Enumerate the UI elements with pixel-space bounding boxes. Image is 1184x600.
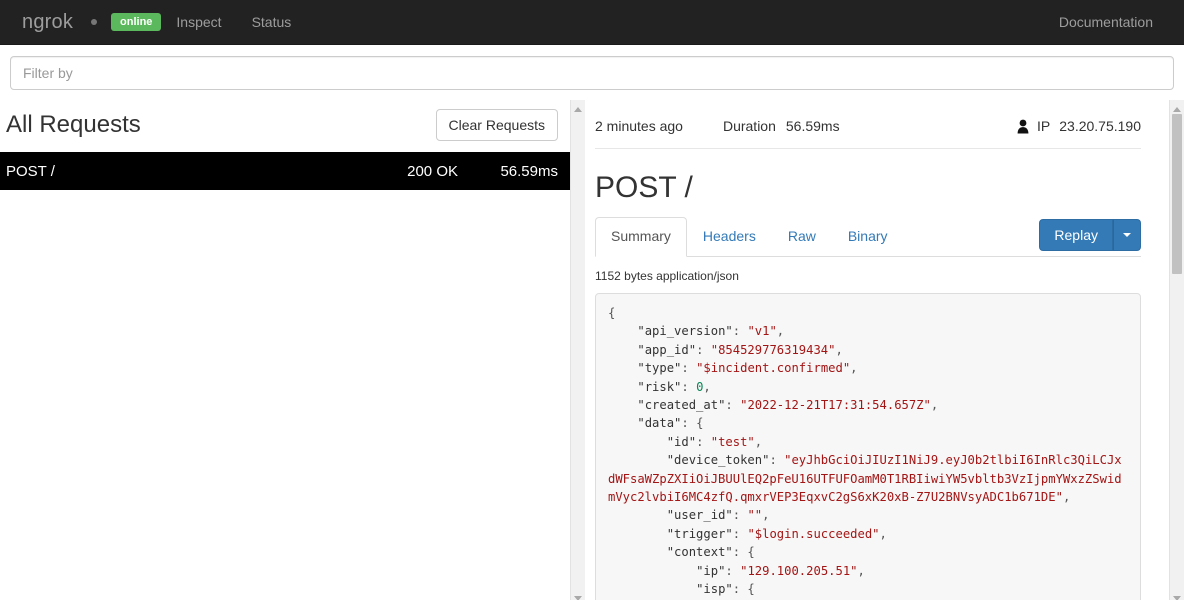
nav-link-documentation[interactable]: Documentation (1044, 14, 1168, 30)
request-timestamp: 2 minutes ago (595, 118, 683, 134)
detail-tabs: Summary Headers Raw Binary Replay (595, 217, 1141, 257)
requests-list-scrollbar[interactable] (570, 100, 585, 600)
clear-requests-button[interactable]: Clear Requests (435, 109, 558, 141)
nav-link-inspect[interactable]: Inspect (161, 14, 236, 30)
status-badge: online (111, 13, 162, 31)
nav-link-status[interactable]: Status (237, 14, 307, 30)
response-body-box: { "api_version": "v1", "app_id": "854529… (595, 293, 1141, 600)
tab-raw[interactable]: Raw (772, 217, 832, 257)
filter-input[interactable] (10, 56, 1174, 90)
scroll-down-arrow-icon[interactable] (571, 591, 585, 600)
duration-value: 56.59ms (785, 118, 840, 134)
ngrok-brand-logo[interactable]: ngrok (16, 11, 87, 34)
requests-list-pane: All Requests Clear Requests POST / 200 O… (0, 100, 570, 600)
detail-pane-scrollbar[interactable] (1169, 100, 1184, 600)
ip-label: IP (1037, 118, 1051, 134)
tab-binary[interactable]: Binary (832, 217, 904, 257)
page-title: All Requests (6, 110, 141, 138)
json-body: { "api_version": "v1", "app_id": "854529… (608, 306, 1122, 597)
replay-button-group: Replay (1039, 219, 1141, 251)
person-icon (1016, 119, 1030, 134)
request-status: 200 OK (407, 162, 458, 180)
scroll-up-arrow-icon[interactable] (571, 102, 585, 116)
request-detail-pane: 2 minutes ago Duration 56.59ms IP 23.20.… (585, 100, 1169, 600)
chevron-down-icon (1123, 233, 1131, 237)
request-title: POST / (595, 171, 693, 204)
replay-dropdown-toggle[interactable] (1113, 219, 1141, 251)
table-row[interactable]: POST / 200 OK 56.59ms (0, 152, 570, 190)
request-method-path: POST / (6, 162, 55, 180)
requests-list-header: All Requests Clear Requests (0, 100, 570, 152)
replay-button[interactable]: Replay (1039, 219, 1113, 251)
main-split-view: All Requests Clear Requests POST / 200 O… (0, 100, 1184, 600)
filter-bar (0, 45, 1184, 100)
tab-summary[interactable]: Summary (595, 217, 687, 257)
scroll-down-arrow-icon[interactable] (1170, 591, 1184, 600)
request-meta-row: 2 minutes ago Duration 56.59ms IP 23.20.… (595, 100, 1141, 149)
content-meta: 1152 bytes application/json (595, 269, 739, 283)
request-duration: 56.59ms (500, 162, 558, 180)
tab-headers[interactable]: Headers (687, 217, 772, 257)
ip-value: 23.20.75.190 (1059, 118, 1141, 134)
scrollbar-thumb[interactable] (1172, 114, 1182, 274)
top-navbar: ngrok online Inspect Status Documentatio… (0, 0, 1184, 45)
duration-label: Duration (722, 118, 776, 134)
status-dot-icon (91, 19, 98, 25)
